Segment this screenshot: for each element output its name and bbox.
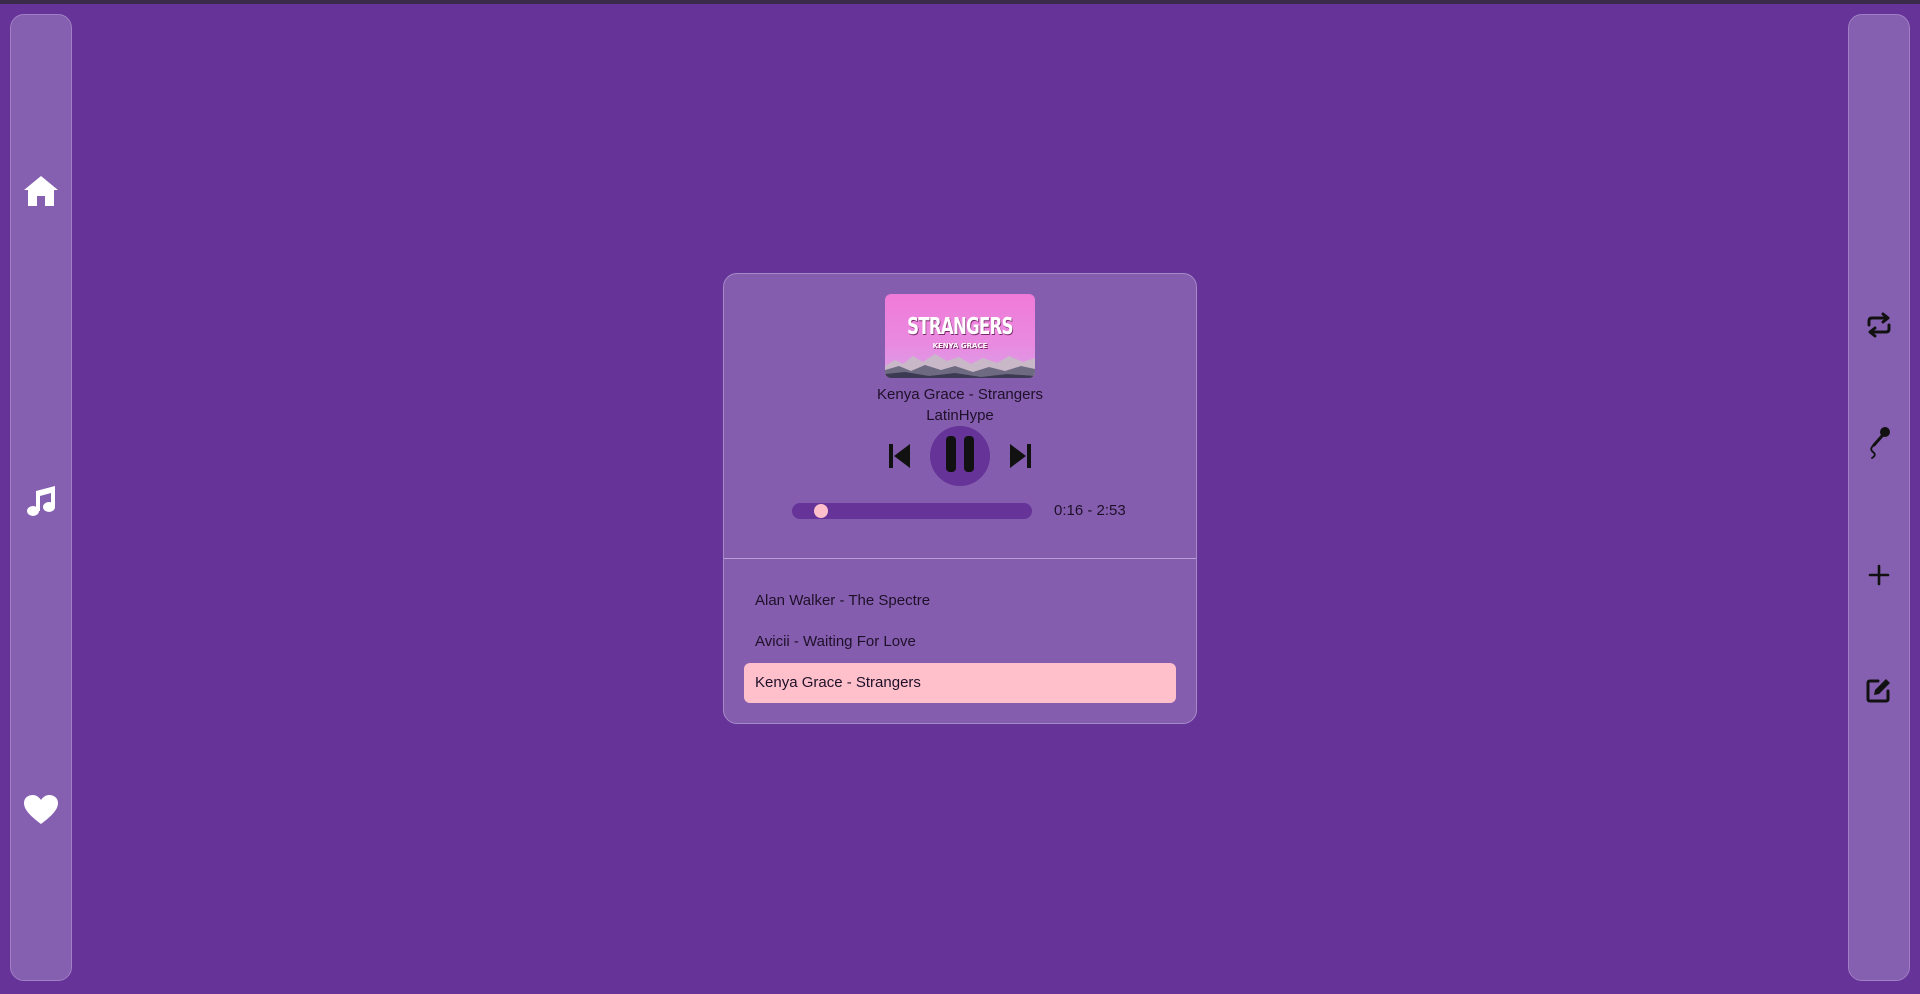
right-sidebar	[1848, 14, 1910, 981]
sidebar-item-favorites[interactable]	[11, 785, 71, 835]
music-player-card: STRANGERS KENYA GRACE Kenya Grace - Stra…	[723, 273, 1197, 724]
playlist-item[interactable]: Alan Walker - The Spectre	[744, 581, 1176, 621]
edit-icon	[1865, 676, 1893, 704]
next-button[interactable]	[1006, 441, 1034, 475]
progress-thumb[interactable]	[814, 504, 828, 518]
plus-icon	[1867, 563, 1891, 587]
cover-title-text: STRANGERS	[907, 314, 1013, 340]
album-cover: STRANGERS KENYA GRACE	[885, 294, 1035, 378]
microphone-icon	[1865, 425, 1893, 459]
cover-subtitle-text: KENYA GRACE	[932, 342, 988, 350]
add-button[interactable]	[1849, 550, 1909, 600]
divider	[724, 558, 1196, 559]
playlist: Alan Walker - The Spectre Avicii - Waiti…	[744, 581, 1176, 704]
playlist-item[interactable]: Kenya Grace - Strangers	[744, 663, 1176, 703]
now-playing-artist: LatinHype	[926, 407, 994, 424]
pause-icon	[945, 435, 975, 477]
repeat-icon	[1865, 312, 1893, 338]
play-pause-button[interactable]	[930, 426, 990, 486]
edit-button[interactable]	[1849, 665, 1909, 715]
time-readout: 0:16 - 2:53	[1054, 502, 1126, 519]
home-icon	[22, 174, 60, 208]
progress-slider[interactable]	[792, 503, 1032, 519]
now-playing-title: Kenya Grace - Strangers	[877, 386, 1043, 403]
repeat-button[interactable]	[1849, 300, 1909, 350]
playlist-item[interactable]: Avicii - Waiting For Love	[744, 622, 1176, 662]
skip-back-icon	[888, 443, 912, 474]
sidebar-item-home[interactable]	[11, 166, 71, 216]
previous-button[interactable]	[886, 441, 914, 475]
skip-forward-icon	[1008, 443, 1032, 474]
left-sidebar	[10, 14, 72, 981]
music-note-icon	[24, 483, 58, 517]
microphone-button[interactable]	[1849, 417, 1909, 467]
heart-icon	[23, 794, 59, 826]
sidebar-item-music[interactable]	[11, 475, 71, 525]
window-top-bar	[0, 0, 1920, 4]
